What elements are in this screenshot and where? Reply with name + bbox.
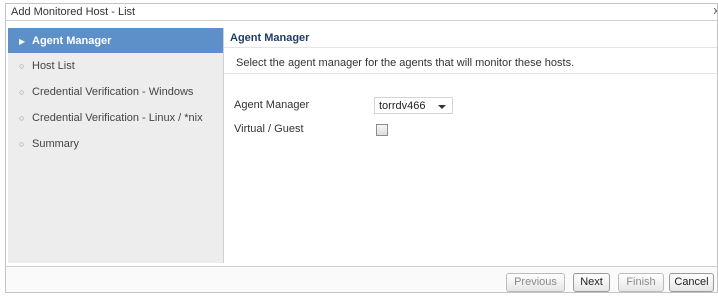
- next-button[interactable]: Next: [573, 273, 610, 292]
- add-monitored-host-dialog: Add Monitored Host - List x ▶ Agent Mana…: [5, 3, 718, 293]
- sidebar-item-label: Credential Verification - Windows: [32, 86, 194, 98]
- sidebar-item-label: Credential Verification - Linux / *nix: [32, 112, 203, 124]
- sidebar-item-credential-windows[interactable]: ○ Credential Verification - Windows: [8, 79, 223, 105]
- dialog-titlebar: Add Monitored Host - List x: [6, 4, 717, 21]
- circle-bullet-icon: ○: [19, 113, 25, 123]
- sidebar-item-label: Agent Manager: [32, 35, 112, 47]
- chevron-down-icon: [438, 105, 446, 109]
- agent-manager-select[interactable]: torrdv466: [374, 97, 453, 114]
- sidebar-item-label: Host List: [32, 60, 75, 72]
- previous-button[interactable]: Previous: [506, 273, 565, 292]
- virtual-guest-label: Virtual / Guest: [234, 123, 304, 135]
- agent-manager-label: Agent Manager: [234, 99, 310, 111]
- wizard-content-panel: Agent Manager Select the agent manager f…: [224, 28, 717, 263]
- content-header: Agent Manager: [224, 28, 717, 48]
- caret-right-icon: ▶: [19, 37, 26, 46]
- wizard-steps-sidebar: ▶ Agent Manager ○ Host List ○ Credential…: [8, 28, 224, 263]
- content-description: Select the agent manager for the agents …: [224, 48, 717, 74]
- dialog-title: Add Monitored Host - List: [11, 6, 136, 18]
- cancel-button[interactable]: Cancel: [669, 273, 714, 292]
- agent-manager-row: Agent Manager torrdv466: [234, 97, 534, 115]
- dialog-footer: Previous Next Finish Cancel: [6, 266, 717, 292]
- sidebar-item-host-list[interactable]: ○ Host List: [8, 53, 223, 79]
- sidebar-item-summary[interactable]: ○ Summary: [8, 131, 223, 157]
- sidebar-item-credential-linux[interactable]: ○ Credential Verification - Linux / *nix: [8, 105, 223, 131]
- agent-manager-value: torrdv466: [379, 100, 426, 112]
- virtual-guest-checkbox[interactable]: [376, 124, 388, 136]
- finish-button[interactable]: Finish: [618, 273, 664, 292]
- circle-bullet-icon: ○: [19, 61, 25, 71]
- virtual-guest-row: Virtual / Guest: [234, 121, 534, 139]
- circle-bullet-icon: ○: [19, 139, 25, 149]
- circle-bullet-icon: ○: [19, 87, 25, 97]
- sidebar-item-agent-manager[interactable]: ▶ Agent Manager: [8, 28, 223, 53]
- sidebar-item-label: Summary: [32, 138, 80, 150]
- close-icon[interactable]: x: [714, 5, 718, 17]
